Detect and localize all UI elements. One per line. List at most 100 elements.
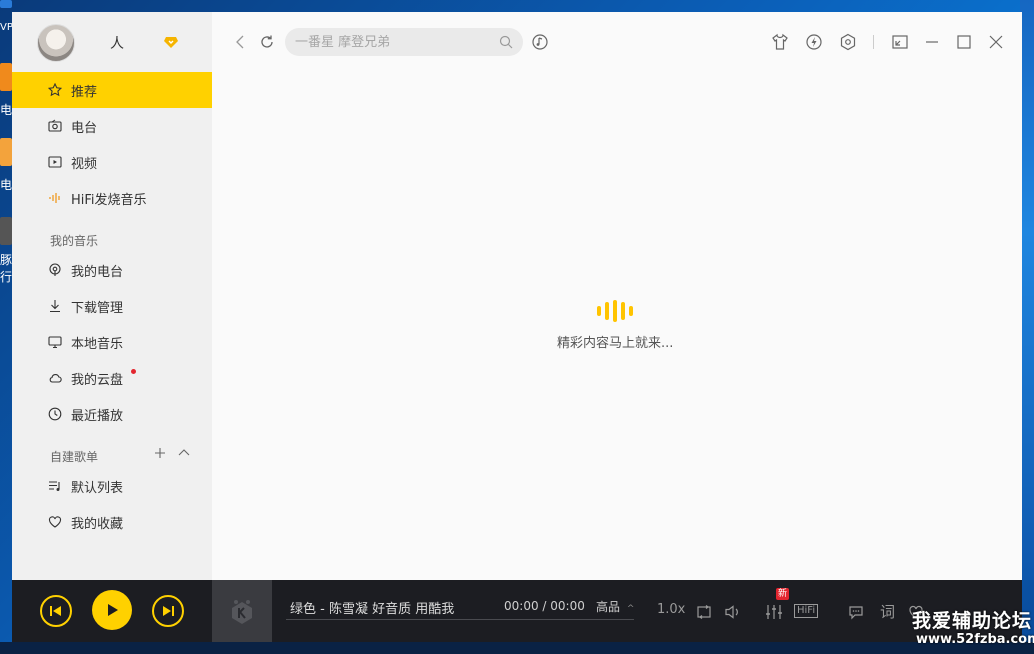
section-playlists: 自建歌单: [50, 450, 99, 464]
play-button[interactable]: [92, 590, 132, 630]
comment-icon[interactable]: [848, 604, 864, 624]
watermark-title: 我爱辅助论坛: [912, 610, 1033, 632]
sidebar-item-label: 本地音乐: [71, 336, 124, 352]
watermark-url: www.52fzba.com: [916, 632, 1034, 647]
quality-label: 高品: [596, 600, 621, 614]
sidebar-item-label: 推荐: [71, 84, 98, 100]
previous-icon: [50, 606, 61, 616]
sidebar-item-label: 最近播放: [71, 408, 124, 424]
lyrics-button[interactable]: 词: [880, 601, 895, 622]
download-icon: [48, 299, 62, 313]
profile-area: 人: [12, 12, 212, 72]
player-bar: 绿色 - 陈雪凝 好音质 用酷我 00:00 / 00:00 高品 ^ 1.0x…: [12, 580, 1022, 642]
progress-bar[interactable]: [286, 619, 634, 620]
new-badge: 新: [776, 588, 790, 600]
desktop-fragment-right: [1020, 0, 1034, 580]
kuwo-logo-icon: [232, 600, 252, 624]
main-content: 精彩内容马上就来...: [212, 12, 1022, 580]
sidebar-item-label: 电台: [71, 120, 98, 136]
avatar[interactable]: [37, 24, 75, 62]
sidebar-item-hifi[interactable]: HiFi发烧音乐: [12, 180, 212, 216]
heart-icon: [48, 515, 62, 529]
sidebar-item-label: 我的云盘: [71, 372, 124, 388]
section-my-music: 我的音乐: [50, 234, 99, 248]
sidebar-item-label: 视频: [71, 156, 98, 172]
star-icon: [48, 83, 62, 97]
loading-spinner-icon: [597, 300, 639, 322]
add-icon[interactable]: [154, 445, 166, 463]
desktop-label: 行: [0, 270, 12, 284]
song-title[interactable]: 绿色 - 陈雪凝 好音质 用酷我: [290, 598, 454, 617]
sidebar-item-my-radio[interactable]: 我的电台: [12, 252, 212, 288]
speedup-icon[interactable]: [805, 33, 823, 51]
sidebar: 人 推荐 电台 视频 HiFi发烧音乐 我的音乐 我的电台 下载管理 本地音乐 …: [12, 12, 212, 580]
next-icon: [163, 606, 174, 616]
desktop-label: 电: [0, 178, 12, 192]
sidebar-item-cloud[interactable]: 我的云盘: [12, 360, 212, 396]
desktop-label: 豚: [0, 253, 12, 267]
desktop-label: 电: [0, 103, 12, 117]
desktop-icon[interactable]: [0, 217, 12, 245]
sidebar-item-local-music[interactable]: 本地音乐: [12, 324, 212, 360]
search-box[interactable]: [285, 28, 523, 56]
playlist-icon: [48, 479, 62, 493]
maximize-icon[interactable]: [955, 33, 973, 51]
playback-time: 00:00 / 00:00: [504, 599, 585, 613]
mini-mode-icon[interactable]: [891, 33, 909, 51]
video-icon: [48, 155, 62, 169]
desktop-label: VP: [0, 22, 12, 33]
hifi-button[interactable]: HiFi: [794, 604, 819, 618]
previous-button[interactable]: [40, 595, 72, 627]
play-icon: [108, 604, 118, 616]
chevron-up-icon: ^: [626, 604, 635, 614]
monitor-icon: [48, 335, 62, 349]
search-input[interactable]: [295, 34, 491, 50]
volume-icon[interactable]: [724, 604, 742, 624]
kuwo-music-window: 人 推荐 电台 视频 HiFi发烧音乐 我的音乐 我的电台 下载管理 本地音乐 …: [12, 12, 1022, 642]
username[interactable]: 人: [110, 33, 124, 53]
taskbar: [0, 642, 1034, 654]
sidebar-item-label: 下载管理: [71, 300, 124, 316]
radio-icon: [48, 119, 62, 133]
sidebar-item-label: 默认列表: [71, 480, 124, 496]
playlist-actions: [154, 445, 190, 463]
sidebar-item-recommend[interactable]: 推荐: [12, 72, 212, 108]
notification-dot: [131, 369, 136, 374]
sidebar-item-default-list[interactable]: 默认列表: [12, 468, 212, 504]
soundwave-icon: [48, 191, 62, 205]
sidebar-item-favorites[interactable]: 我的收藏: [12, 504, 212, 540]
sidebar-item-video[interactable]: 视频: [12, 144, 212, 180]
refresh-icon[interactable]: [258, 33, 276, 51]
clock-icon: [48, 407, 62, 421]
minimize-icon[interactable]: [923, 33, 941, 51]
speed-button[interactable]: 1.0x: [657, 602, 685, 617]
chevron-up-icon[interactable]: [178, 445, 190, 463]
skin-icon[interactable]: [771, 33, 789, 51]
album-cover[interactable]: [212, 580, 272, 642]
settings-icon[interactable]: [839, 33, 857, 51]
desktop-fragment-left: VP 电 电 豚 行: [0, 0, 12, 520]
sidebar-item-label: 我的收藏: [71, 516, 124, 532]
toolbar-divider: [873, 35, 874, 49]
next-button[interactable]: [152, 595, 184, 627]
equalizer-icon[interactable]: [765, 604, 783, 624]
sidebar-item-label: 我的电台: [71, 264, 124, 280]
sidebar-item-downloads[interactable]: 下载管理: [12, 288, 212, 324]
search-icon[interactable]: [499, 34, 513, 49]
sidebar-item-radio[interactable]: 电台: [12, 108, 212, 144]
loading-text: 精彩内容马上就来...: [557, 336, 674, 351]
loop-mode-icon[interactable]: [696, 604, 712, 624]
music-recognition-icon[interactable]: [531, 33, 549, 51]
top-bar: [212, 12, 1022, 72]
sidebar-item-recent[interactable]: 最近播放: [12, 396, 212, 432]
desktop-icon[interactable]: [0, 138, 12, 166]
quality-selector[interactable]: 高品 ^: [596, 598, 634, 615]
podcast-icon: [48, 263, 62, 277]
back-icon[interactable]: [232, 33, 250, 51]
cloud-icon: [48, 371, 62, 385]
sidebar-item-label: HiFi发烧音乐: [71, 192, 147, 208]
vip-diamond-icon[interactable]: [163, 34, 179, 50]
close-icon[interactable]: [987, 33, 1005, 51]
desktop-icon[interactable]: [0, 63, 12, 91]
desktop-icon[interactable]: [0, 0, 12, 8]
